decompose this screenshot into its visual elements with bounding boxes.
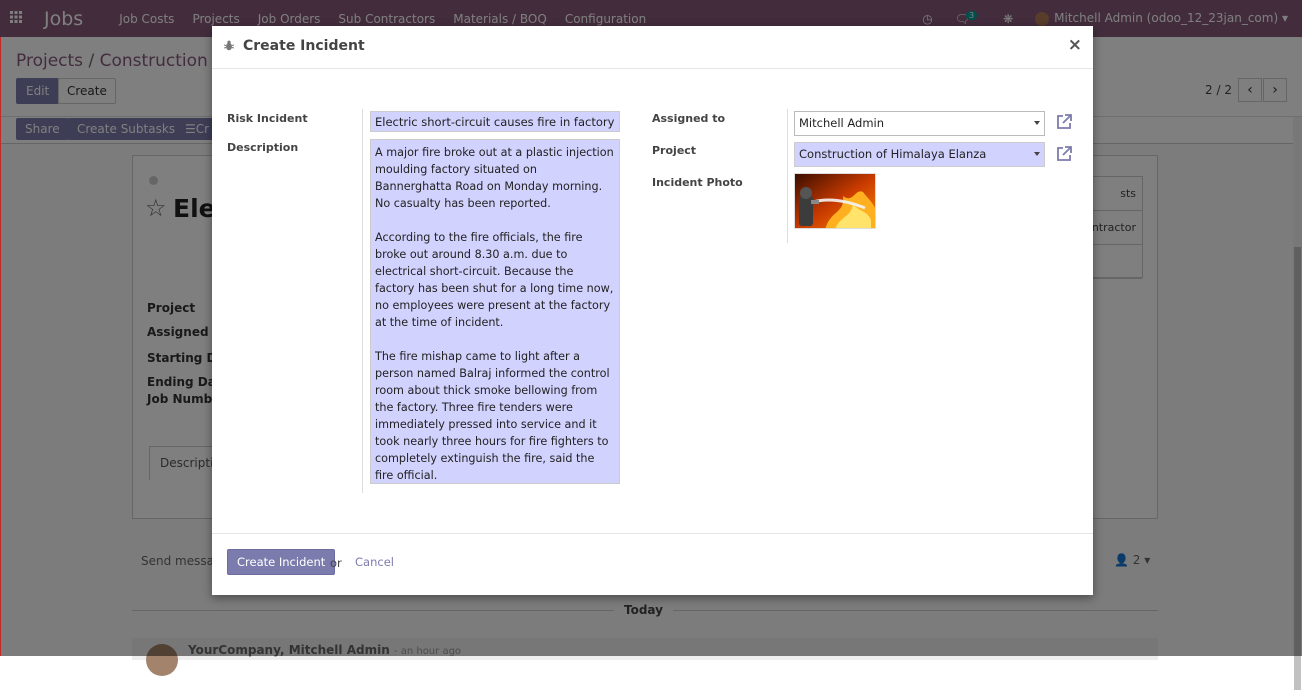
create-incident-dialog: Create Incident × Risk Incident Descript… — [212, 26, 1093, 595]
cancel-button[interactable]: Cancel — [355, 555, 394, 569]
project-label: Project — [652, 144, 697, 157]
external-link-icon[interactable] — [1055, 145, 1073, 163]
bug-icon — [223, 40, 235, 54]
incident-photo[interactable] — [794, 173, 876, 229]
or-text: or — [330, 556, 342, 570]
label-separator — [362, 109, 363, 493]
description-textarea[interactable]: A major fire broke out at a plastic inje… — [370, 139, 620, 484]
incident-photo-label: Incident Photo — [652, 176, 743, 189]
chevron-down-icon[interactable] — [1034, 152, 1040, 156]
description-paragraph: A major fire broke out at a plastic inje… — [375, 146, 614, 210]
label-separator — [787, 109, 788, 243]
close-icon[interactable]: × — [1068, 35, 1082, 55]
risk-incident-label: Risk Incident — [227, 112, 308, 125]
risk-incident-input[interactable]: Electric short-circuit causes fire in fa… — [370, 111, 620, 132]
modal-title: Create Incident — [243, 38, 365, 54]
description-paragraph: The fire mishap came to light after a pe… — [375, 350, 610, 482]
external-link-icon[interactable] — [1055, 113, 1073, 131]
window-edge — [0, 37, 1, 656]
description-paragraph: According to the fire officials, the fir… — [375, 231, 614, 329]
create-incident-button[interactable]: Create Incident — [227, 549, 336, 575]
project-select[interactable]: Construction of Himalaya Elanza — [794, 142, 1045, 167]
modal-footer: Create Incident or Cancel — [212, 533, 1093, 595]
assigned-to-value: Mitchell Admin — [799, 116, 885, 130]
description-label: Description — [227, 141, 299, 154]
project-value: Construction of Himalaya Elanza — [799, 147, 987, 161]
chevron-down-icon[interactable] — [1034, 121, 1040, 125]
assigned-to-label: Assigned to — [652, 112, 726, 125]
assigned-to-select[interactable]: Mitchell Admin — [794, 111, 1045, 136]
modal-header: Create Incident × — [212, 26, 1093, 69]
